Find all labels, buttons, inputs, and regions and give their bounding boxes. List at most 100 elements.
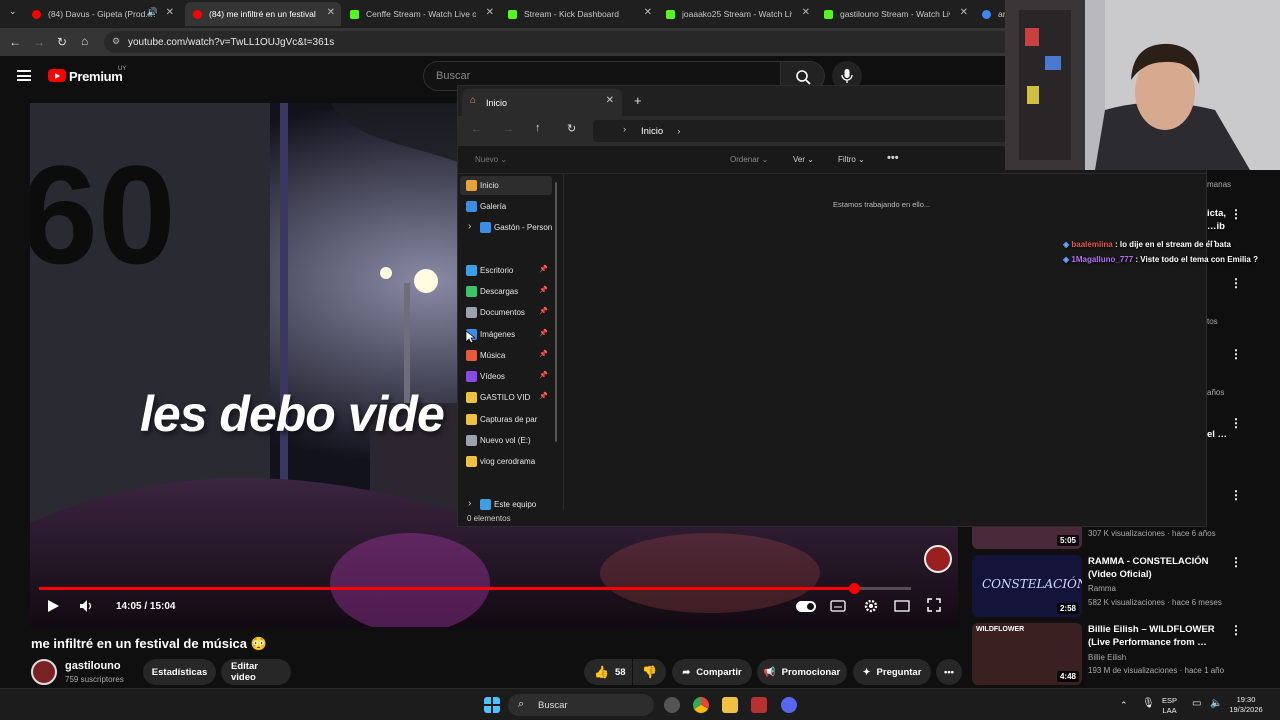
explorer-address-bar[interactable]: › Inicio › bbox=[593, 120, 1008, 142]
browser-tab-3[interactable]: Cenffe Stream - Watch Live on … ✕ bbox=[344, 2, 500, 26]
address-segment[interactable]: Inicio bbox=[641, 126, 663, 137]
language-indicator[interactable]: ESP LAA bbox=[1162, 696, 1177, 716]
browser-tab-1[interactable]: (84) Davus - Gipeta (Prod. … 🔊 ✕ bbox=[24, 2, 180, 26]
close-tab-icon[interactable]: ✕ bbox=[802, 7, 810, 18]
screen: ⌄ (84) Davus - Gipeta (Prod. … 🔊 ✕ (84) … bbox=[0, 0, 1280, 720]
share-button[interactable]: ➦ Compartir bbox=[672, 659, 752, 685]
progress-bar[interactable] bbox=[39, 583, 911, 594]
forward-arrow-icon[interactable]: → bbox=[503, 123, 514, 135]
theater-mode-icon[interactable] bbox=[894, 599, 910, 613]
rec-menu-icon[interactable]: ⋮ bbox=[1230, 555, 1242, 569]
tray-chevron-up-icon[interactable]: ⌃ bbox=[1120, 700, 1128, 710]
nav-item[interactable]: Inicio bbox=[460, 176, 552, 195]
view-button[interactable]: Ver ⌄ bbox=[793, 155, 814, 164]
rec-title[interactable]: RAMMA - CONSTELACIÓN (Video Oficial) bbox=[1088, 555, 1228, 581]
address-bar[interactable]: ⚙ youtube.com/watch?v=TwLL1OUJgVc&t=361s bbox=[104, 31, 1024, 53]
chrome-icon[interactable] bbox=[693, 697, 709, 713]
back-arrow-icon[interactable]: ← bbox=[471, 123, 482, 135]
hamburger-menu-icon[interactable] bbox=[17, 70, 31, 81]
browser-tab-7[interactable]: ar bbox=[978, 2, 1008, 26]
subtitles-icon[interactable] bbox=[830, 599, 846, 613]
file-explorer-icon[interactable] bbox=[722, 697, 738, 713]
nav-item[interactable]: Música 📌 bbox=[460, 346, 552, 365]
filter-button[interactable]: Filtro ⌄ bbox=[838, 155, 865, 164]
nav-item[interactable]: Descargas 📌 bbox=[460, 282, 552, 301]
browser-tab-5[interactable]: joaaako25 Stream - Watch Live … ✕ bbox=[660, 2, 816, 26]
rec-thumbnail[interactable]: CONSTELACIÓN 2:58 bbox=[972, 555, 1082, 617]
volume-icon[interactable] bbox=[79, 599, 95, 613]
site-info-icon[interactable]: ⚙ bbox=[112, 36, 120, 47]
youtube-brand[interactable]: Premium bbox=[69, 69, 123, 84]
nav-item[interactable]: GASTILO VID 📌 bbox=[460, 388, 552, 407]
up-arrow-icon[interactable]: ↑ bbox=[535, 122, 541, 134]
autoplay-toggle[interactable] bbox=[796, 601, 816, 612]
rec-channel[interactable]: Ramma bbox=[1088, 584, 1116, 593]
close-tab-icon[interactable]: ✕ bbox=[166, 7, 174, 18]
fullscreen-icon[interactable] bbox=[927, 598, 941, 612]
tab-search-chevron-icon[interactable]: ⌄ bbox=[9, 6, 17, 17]
close-tab-icon[interactable]: ✕ bbox=[644, 7, 652, 18]
youtube-logo-icon[interactable] bbox=[48, 69, 66, 82]
edit-video-button[interactable]: Editar video bbox=[221, 659, 291, 685]
nav-item[interactable]: › Este equipo bbox=[460, 495, 552, 510]
play-icon[interactable] bbox=[46, 599, 60, 613]
nav-item[interactable]: Escritorio 📌 bbox=[460, 261, 552, 280]
copilot-icon[interactable] bbox=[664, 697, 680, 713]
rec-title[interactable]: Billie Eilish – WILDFLOWER (Live Perform… bbox=[1088, 623, 1228, 649]
like-button[interactable]: 👍 58 bbox=[584, 659, 632, 685]
nav-item[interactable]: › Gastón - Person bbox=[460, 218, 552, 237]
rec-menu-icon[interactable]: ⋮ bbox=[1230, 207, 1242, 221]
nav-item[interactable]: Documentos 📌 bbox=[460, 303, 552, 322]
channel-name[interactable]: gastilouno bbox=[65, 660, 121, 672]
more-actions-button[interactable]: ••• bbox=[936, 659, 962, 685]
rec-channel[interactable]: Billie Eilish bbox=[1088, 653, 1126, 662]
back-arrow-icon[interactable]: ← bbox=[9, 35, 21, 49]
microphone-tray-icon[interactable]: 🎙 bbox=[1142, 699, 1155, 709]
rec-menu-icon[interactable]: ⋮ bbox=[1230, 276, 1242, 290]
home-icon[interactable]: ⌂ bbox=[81, 34, 88, 48]
discord-icon[interactable] bbox=[781, 697, 797, 713]
network-icon[interactable]: ▭ bbox=[1192, 699, 1201, 709]
pane-divider[interactable] bbox=[563, 174, 564, 510]
reload-icon[interactable]: ↻ bbox=[57, 35, 67, 49]
volume-tray-icon[interactable]: 🔈 bbox=[1210, 699, 1222, 709]
close-tab-icon[interactable]: ✕ bbox=[486, 7, 494, 18]
expand-chevron-icon[interactable]: › bbox=[468, 221, 471, 232]
browser-tab-6[interactable]: gastilouno Stream - Watch Live … ✕ bbox=[818, 2, 974, 26]
browser-tab-4[interactable]: Stream - Kick Dashboard ✕ bbox=[502, 2, 658, 26]
new-tab-plus-icon[interactable]: + bbox=[634, 93, 642, 108]
close-tab-icon[interactable]: ✕ bbox=[606, 95, 614, 106]
app-icon[interactable] bbox=[751, 697, 767, 713]
rec-menu-icon[interactable]: ⋮ bbox=[1230, 488, 1242, 502]
channel-avatar[interactable] bbox=[31, 659, 57, 685]
ask-button[interactable]: ✦ Preguntar bbox=[853, 659, 931, 685]
nav-item[interactable]: vlog cerodrama bbox=[460, 452, 552, 471]
expand-chevron-icon[interactable]: › bbox=[468, 498, 471, 509]
taskbar-search[interactable]: ⌕ Buscar bbox=[508, 694, 654, 716]
new-button[interactable]: Nuevo ⌄ bbox=[475, 155, 507, 164]
nav-item[interactable]: Galería bbox=[460, 197, 552, 216]
sort-button[interactable]: Ordenar ⌄ bbox=[730, 155, 768, 164]
stats-button[interactable]: Estadísticas bbox=[143, 659, 216, 685]
nav-scrollbar[interactable] bbox=[555, 182, 557, 442]
refresh-icon[interactable]: ↻ bbox=[567, 122, 576, 135]
windows-start-icon[interactable] bbox=[484, 697, 500, 713]
close-tab-icon[interactable]: ✕ bbox=[327, 7, 335, 18]
nav-item[interactable]: Vídeos 📌 bbox=[460, 367, 552, 386]
chat-separator: : bbox=[1112, 240, 1120, 249]
explorer-tab[interactable]: ⌂ Inicio ✕ bbox=[462, 89, 622, 116]
settings-gear-icon[interactable] bbox=[863, 598, 879, 614]
rec-menu-icon[interactable]: ⋮ bbox=[1230, 347, 1242, 361]
nav-item[interactable]: Capturas de par bbox=[460, 410, 552, 429]
nav-item[interactable]: Nuevo vol (E:) bbox=[460, 431, 552, 450]
promote-button[interactable]: 📢 Promocionar bbox=[757, 659, 847, 685]
dislike-button[interactable]: 👎 bbox=[633, 659, 666, 685]
more-options-icon[interactable]: ••• bbox=[887, 152, 899, 164]
rec-menu-icon[interactable]: ⋮ bbox=[1230, 623, 1242, 637]
close-tab-icon[interactable]: ✕ bbox=[960, 7, 968, 18]
forward-arrow-icon[interactable]: → bbox=[33, 35, 45, 49]
clock[interactable]: 19:30 19/3/2026 bbox=[1226, 695, 1266, 715]
audio-icon[interactable]: 🔊 bbox=[147, 7, 158, 18]
rec-thumbnail[interactable]: WILDFLOWER 4:48 bbox=[972, 623, 1082, 685]
browser-tab-2[interactable]: (84) me infiltré en un festival de … ✕ bbox=[185, 2, 341, 26]
